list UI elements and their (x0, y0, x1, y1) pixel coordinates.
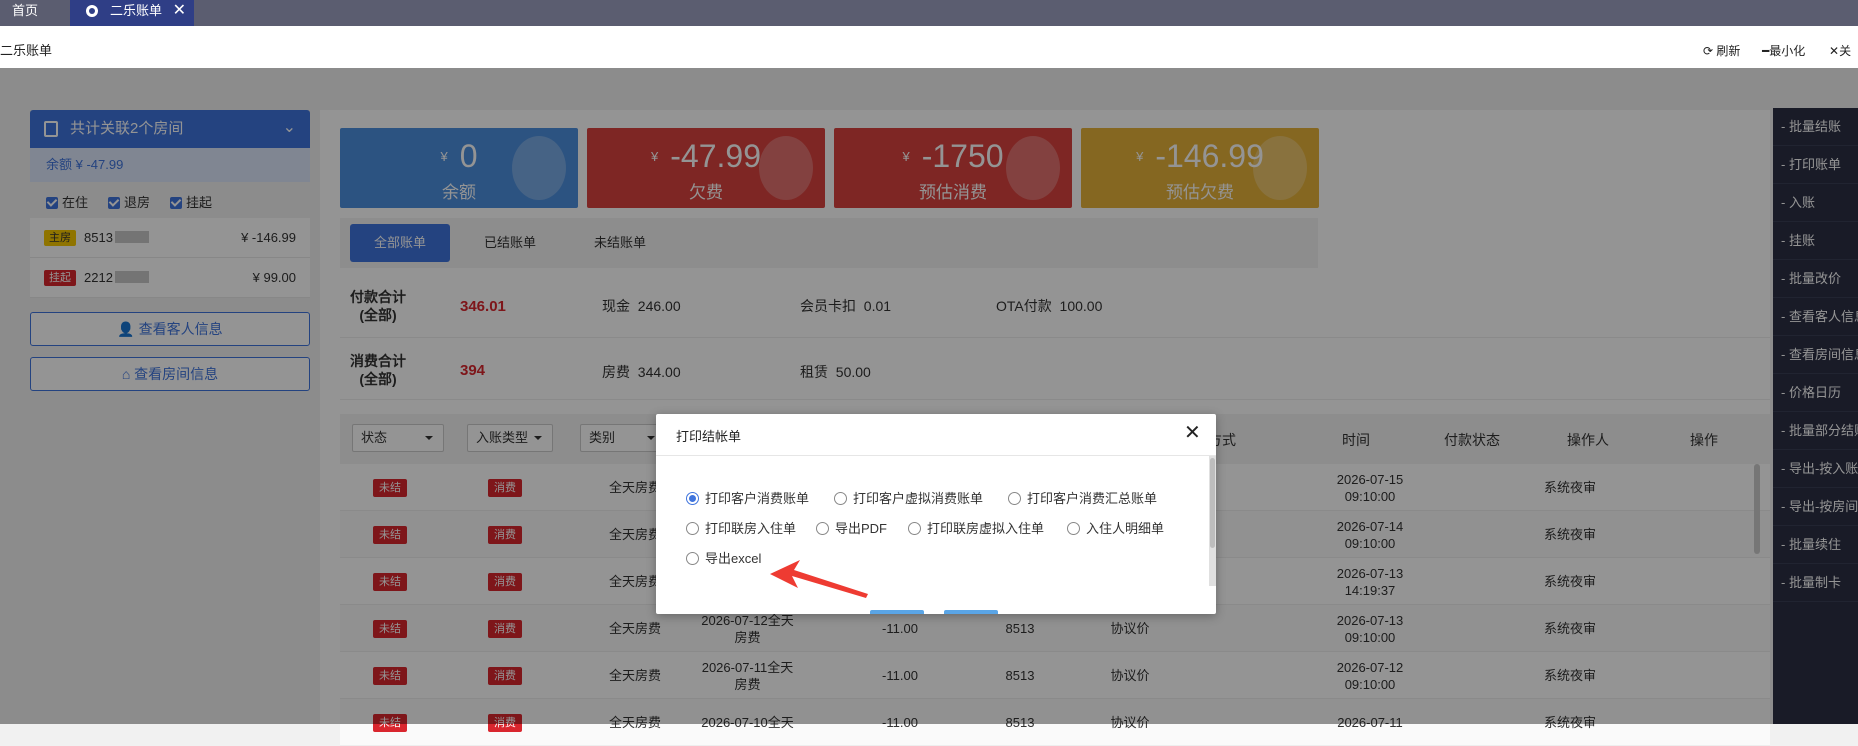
dialog-scrollbar[interactable] (1209, 456, 1216, 586)
option-print-consumption-summary[interactable]: 打印客户消费汇总账单 (1008, 488, 1157, 507)
tab-bill-label: 二乐账单 (110, 3, 163, 18)
tab-bar (0, 0, 1858, 26)
option-print-linked-virtual-checkin[interactable]: 打印联房虚拟入住单 (908, 518, 1044, 537)
dialog-title: 打印结帐单 (676, 429, 742, 444)
dialog-scrollbar-thumb[interactable] (1210, 458, 1215, 548)
tab-home[interactable]: 首页 (0, 0, 70, 26)
minimize-label: 最小化 (1769, 44, 1806, 58)
radio-icon (908, 522, 921, 535)
option-export-excel[interactable]: 导出excel (686, 548, 761, 567)
option-print-virtual-consumption-bill[interactable]: 打印客户虚拟消费账单 (834, 488, 983, 507)
refresh-label: 刷新 (1716, 44, 1741, 58)
radio-icon (1008, 492, 1021, 505)
radio-icon (816, 522, 829, 535)
radio-selected-icon (686, 492, 699, 505)
option-label: 打印联房虚拟入住单 (927, 521, 1045, 536)
radio-icon (686, 552, 699, 565)
modal-overlay[interactable] (0, 68, 1858, 724)
option-label: 打印联房入住单 (705, 521, 797, 536)
option-label: 导出excel (705, 551, 762, 566)
close-icon: ✕ (1829, 44, 1840, 58)
option-label: 入住人明细单 (1086, 521, 1165, 536)
option-label: 打印客户虚拟消费账单 (853, 491, 984, 506)
close-window-button[interactable]: ✕关 (1829, 42, 1851, 59)
option-print-consumption-bill[interactable]: 打印客户消费账单 (686, 488, 809, 507)
option-label: 导出PDF (835, 521, 888, 536)
minimize-button[interactable]: ━最小化 (1762, 42, 1805, 59)
radio-icon (1067, 522, 1080, 535)
refresh-icon: ⟳ (1703, 44, 1714, 58)
close-icon[interactable]: ✕ (1184, 422, 1201, 444)
tab-close-icon[interactable]: ✕ (173, 0, 186, 22)
cancel-button[interactable] (944, 610, 998, 614)
option-guest-detail[interactable]: 入住人明细单 (1067, 518, 1164, 537)
annotation-arrow-icon (770, 560, 868, 598)
tab-bill-icon (86, 5, 98, 17)
radio-icon (834, 492, 847, 505)
confirm-button[interactable] (870, 610, 924, 614)
radio-icon (686, 522, 699, 535)
option-print-linked-checkin[interactable]: 打印联房入住单 (686, 518, 796, 537)
title-bar (0, 26, 1858, 68)
print-bill-dialog: 打印结帐单 ✕ 打印客户消费账单 打印客户虚拟消费账单 打印客户消费汇总账单 打… (656, 414, 1216, 614)
refresh-button[interactable]: ⟳ 刷新 (1703, 42, 1740, 59)
page-title: 二乐账单 (0, 43, 53, 58)
option-label: 打印客户消费汇总账单 (1027, 491, 1158, 506)
tab-home-label: 首页 (12, 3, 39, 18)
tab-bill[interactable]: 二乐账单 ✕ (70, 0, 194, 26)
close-label: 关 (1839, 44, 1852, 58)
option-export-pdf[interactable]: 导出PDF (816, 518, 887, 537)
option-label: 打印客户消费账单 (705, 491, 810, 506)
